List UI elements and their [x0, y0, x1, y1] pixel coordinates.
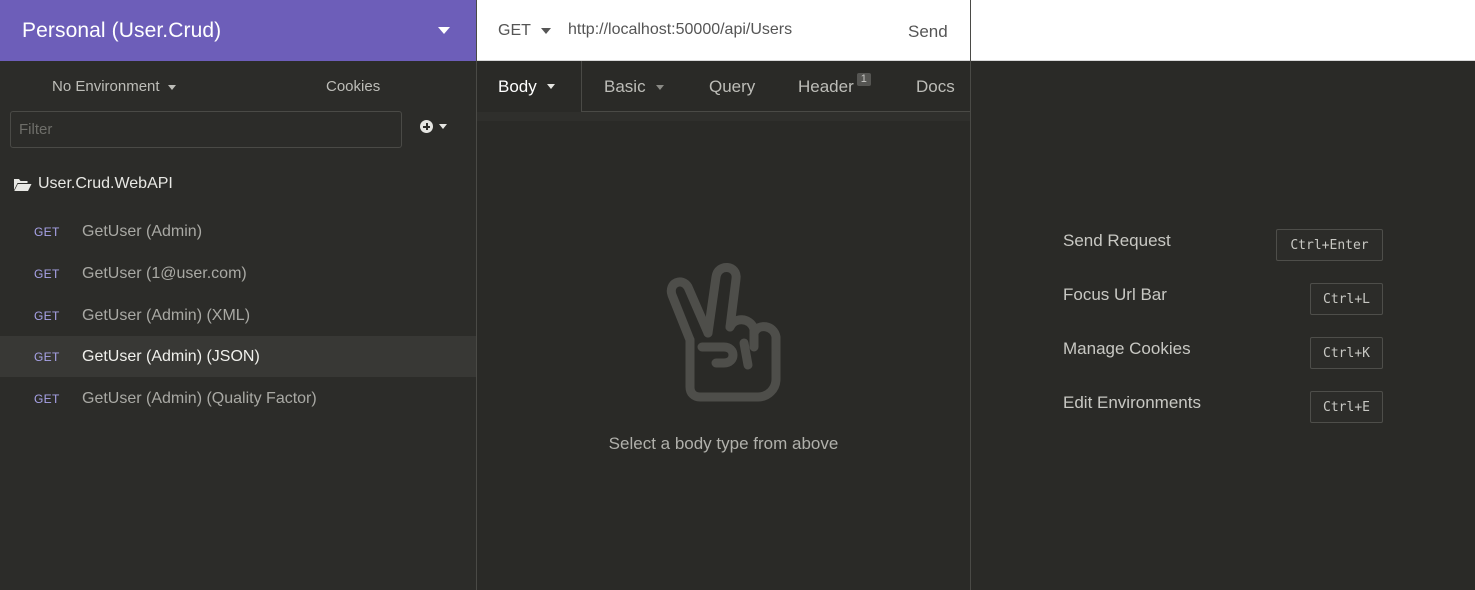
- url-input[interactable]: [560, 16, 896, 44]
- chevron-down-icon[interactable]: [438, 27, 450, 34]
- caret-down-icon: [655, 85, 664, 90]
- shortcut-keys: Ctrl+E: [1310, 391, 1383, 423]
- request-name: GetUser (Admin) (Quality Factor): [82, 389, 317, 407]
- method-dropdown[interactable]: GET: [498, 22, 551, 40]
- workspace-title[interactable]: Personal (User.Crud): [22, 19, 221, 43]
- tab-body[interactable]: Body: [498, 61, 555, 112]
- cookies-button[interactable]: Cookies: [326, 78, 380, 95]
- workspace-header[interactable]: Personal (User.Crud): [0, 0, 476, 61]
- caret-down-icon: [540, 28, 551, 34]
- shortcut-label: Send Request: [1063, 231, 1171, 250]
- tab-divider: [581, 61, 582, 111]
- request-item[interactable]: GET GetUser (Admin): [0, 211, 476, 252]
- shortcut-label: Focus Url Bar: [1063, 285, 1167, 304]
- add-request-button[interactable]: [420, 120, 447, 133]
- tab-docs-label: Docs: [916, 76, 955, 96]
- body-empty-hint: Select a body type from above: [608, 434, 839, 453]
- body-toolbar-stripe: [477, 112, 970, 121]
- method-label: GET: [498, 22, 531, 39]
- method-badge: GET: [34, 224, 60, 239]
- tab-body-label: Body: [498, 76, 537, 96]
- environment-dropdown[interactable]: No Environment: [52, 78, 176, 95]
- shortcut-label: Manage Cookies: [1063, 339, 1191, 358]
- pane-divider[interactable]: [970, 0, 971, 590]
- caret-down-icon: [167, 85, 176, 90]
- method-badge: GET: [34, 308, 60, 323]
- tab-header-label: Header: [798, 76, 854, 96]
- response-header: [971, 0, 1475, 61]
- request-item[interactable]: GET GetUser (1@user.com): [0, 253, 476, 294]
- peace-hand-icon: [666, 263, 781, 402]
- tab-query[interactable]: Query: [709, 61, 755, 112]
- caret-down-icon: [546, 84, 555, 89]
- tab-auth[interactable]: Basic: [604, 61, 664, 112]
- shortcut-keys: Ctrl+Enter: [1276, 229, 1383, 261]
- request-item[interactable]: GET GetUser (Admin) (XML): [0, 295, 476, 336]
- tab-header[interactable]: Header 1: [798, 61, 871, 112]
- request-item[interactable]: GET GetUser (Admin) (Quality Factor): [0, 378, 476, 419]
- caret-down-icon: [439, 124, 447, 129]
- folder-name: User.Crud.WebAPI: [38, 175, 173, 192]
- header-count-badge: 1: [856, 73, 871, 86]
- sidebar-divider[interactable]: [476, 0, 477, 590]
- request-name: GetUser (1@user.com): [82, 264, 247, 282]
- folder-item[interactable]: User.Crud.WebAPI: [13, 175, 173, 193]
- plus-circle-icon: [420, 120, 433, 133]
- request-name: GetUser (Admin): [82, 222, 203, 240]
- tab-auth-label: Basic: [604, 76, 646, 96]
- tab-query-label: Query: [709, 76, 756, 96]
- shortcut-label: Edit Environments: [1063, 393, 1201, 412]
- shortcut-keys: Ctrl+K: [1310, 337, 1383, 369]
- send-button[interactable]: Send: [908, 22, 948, 42]
- method-badge: GET: [34, 266, 60, 281]
- tab-docs[interactable]: Docs: [916, 61, 955, 112]
- filter-input[interactable]: [10, 111, 402, 148]
- method-badge: GET: [34, 391, 60, 406]
- request-name: GetUser (Admin) (XML): [82, 306, 251, 324]
- shortcut-keys: Ctrl+L: [1310, 283, 1383, 315]
- method-badge: GET: [34, 349, 60, 364]
- request-name: GetUser (Admin) (JSON): [82, 347, 260, 365]
- request-item-active[interactable]: GET GetUser (Admin) (JSON): [0, 336, 476, 377]
- environment-label: No Environment: [52, 78, 160, 95]
- folder-open-icon: [14, 178, 32, 191]
